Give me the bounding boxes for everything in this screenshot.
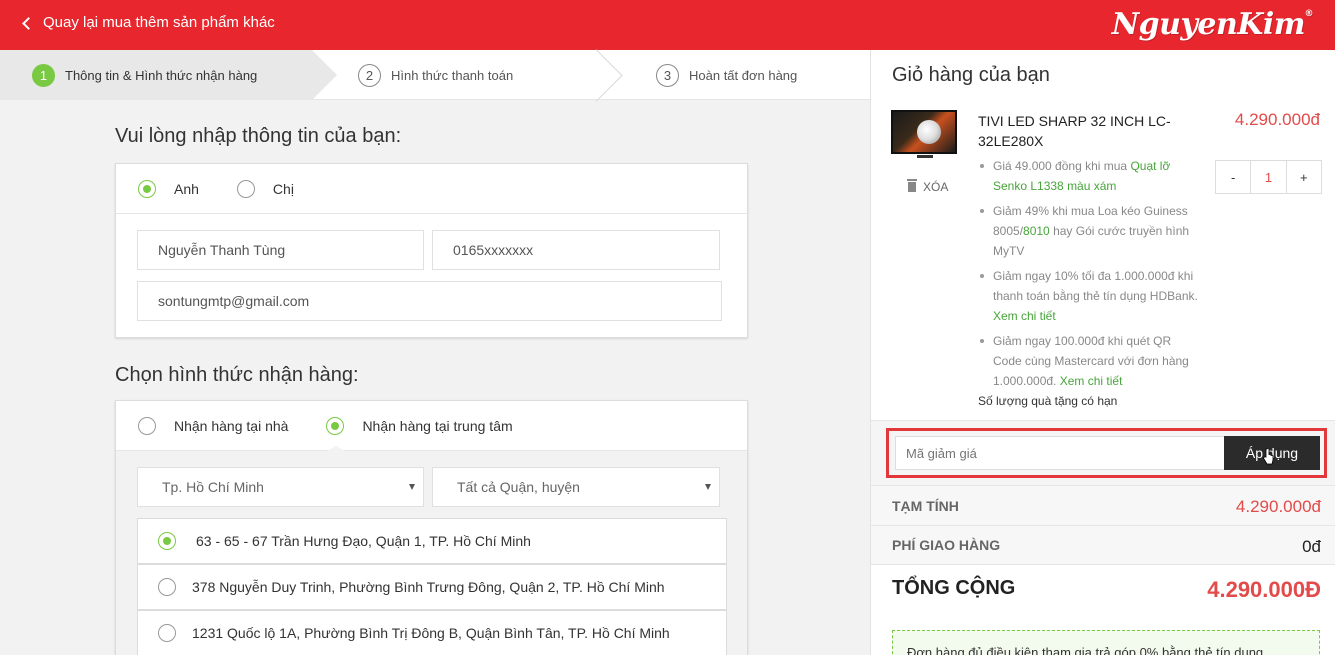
step-number: 1 xyxy=(32,63,55,87)
city-select[interactable]: Tp. Hồ Chí Minh xyxy=(137,467,424,507)
shipping-row: PHÍ GIAO HÀNG 0đ xyxy=(871,526,1335,565)
radio-button-selected[interactable] xyxy=(158,532,176,550)
info-section-title: Vui lòng nhập thông tin của bạn: xyxy=(115,125,402,147)
step-label: Thông tin & Hình thức nhận hàng xyxy=(65,67,258,83)
cart-title: Giỏ hàng của bạn xyxy=(892,64,1050,86)
caret-down-icon xyxy=(705,484,711,490)
list-item: Giảm 49% khi mua Loa kéo Guiness 8005/80… xyxy=(978,201,1203,261)
list-item: Giảm ngay 10% tối đa 1.000.000đ khi than… xyxy=(978,266,1203,326)
delivery-option-home[interactable]: Nhận hàng tại nhà xyxy=(138,416,288,435)
remove-item-button[interactable]: XÓA xyxy=(907,179,948,194)
subtotal-row: TẠM TÍNH 4.290.000đ xyxy=(871,486,1335,526)
district-select[interactable]: Tất cả Quận, huyện xyxy=(432,467,720,507)
store-address-option[interactable]: 378 Nguyễn Duy Trinh, Phường Bình Trưng … xyxy=(137,564,727,610)
radio-button-selected[interactable] xyxy=(138,179,156,198)
gender-selector: Anh Chị xyxy=(116,164,747,214)
subtotal-value: 4.290.000đ xyxy=(1235,497,1321,516)
radio-button[interactable] xyxy=(158,624,176,642)
email-input[interactable] xyxy=(137,281,722,321)
quantity-stepper: - 1 + xyxy=(1215,160,1322,194)
product-thumbnail[interactable] xyxy=(891,110,957,158)
back-to-shopping-link[interactable]: Quay lại mua thêm sản phẩm khác xyxy=(22,14,275,31)
step-complete[interactable]: 3 Hoàn tất đơn hàng xyxy=(656,50,797,100)
product-price: 4.290.000đ xyxy=(1234,110,1320,129)
trash-icon xyxy=(907,179,917,192)
total-value: 4.290.000Đ xyxy=(1207,577,1321,602)
list-item: Giá 49.000 đồng khi mua Quạt lỡ Senko L1… xyxy=(978,156,1203,196)
soccer-ball-image xyxy=(917,120,941,144)
name-input[interactable] xyxy=(137,230,424,270)
shipping-value: 0đ xyxy=(1302,537,1321,556)
promo-link[interactable]: Xem chi tiết xyxy=(1060,374,1123,388)
cart-panel: Giỏ hàng của bạn XÓA TIVI LED SHARP 32 I… xyxy=(870,50,1335,655)
step-separator xyxy=(600,50,620,100)
hand-cursor-icon xyxy=(1263,448,1274,465)
store-address-option[interactable]: 1231 Quốc lộ 1A, Phường Bình Trị Đông B,… xyxy=(137,610,727,655)
radio-button-selected[interactable] xyxy=(326,416,345,435)
promo-link[interactable]: Xem chi tiết xyxy=(993,309,1056,323)
increase-quantity-button[interactable]: + xyxy=(1287,161,1321,193)
gift-limit-note: Số lượng quà tặng có hạn xyxy=(978,394,1118,408)
chevron-left-icon xyxy=(22,16,35,30)
delivery-option-store[interactable]: Nhận hàng tại trung tâm xyxy=(326,416,513,435)
delivery-section-title: Chọn hình thức nhận hàng: xyxy=(115,364,359,386)
back-label: Quay lại mua thêm sản phẩm khác xyxy=(43,14,275,31)
radio-button[interactable] xyxy=(236,179,255,198)
product-name[interactable]: TIVI LED SHARP 32 INCH LC-32LE280X xyxy=(978,111,1193,151)
caret-down-icon xyxy=(409,484,415,490)
total-row: TỔNG CỘNG 4.290.000Đ xyxy=(871,565,1335,615)
step-info-delivery[interactable]: 1 Thông tin & Hình thức nhận hàng xyxy=(0,50,337,100)
phone-input[interactable] xyxy=(432,230,720,270)
delivery-method-selector: Nhận hàng tại nhà Nhận hàng tại trung tâ… xyxy=(116,401,747,451)
quantity-value[interactable]: 1 xyxy=(1250,161,1287,193)
decrease-quantity-button[interactable]: - xyxy=(1216,161,1250,193)
step-payment[interactable]: 2 Hình thức thanh toán xyxy=(358,50,513,100)
coupon-code-input[interactable] xyxy=(895,436,1225,470)
promotion-list: Giá 49.000 đồng khi mua Quạt lỡ Senko L1… xyxy=(978,156,1203,396)
promo-link[interactable]: 8010 xyxy=(1023,224,1050,238)
checkout-steps: 1 Thông tin & Hình thức nhận hàng 2 Hình… xyxy=(0,50,870,100)
gender-option-chi[interactable]: Chị xyxy=(236,179,294,198)
gender-option-anh[interactable]: Anh xyxy=(138,179,199,198)
radio-button[interactable] xyxy=(138,416,156,435)
radio-button[interactable] xyxy=(158,578,176,596)
top-bar: Quay lại mua thêm sản phẩm khác NguyenKi… xyxy=(0,0,1335,50)
step-label: Hoàn tất đơn hàng xyxy=(689,67,798,83)
step-number: 2 xyxy=(358,63,381,87)
step-number: 3 xyxy=(656,63,679,87)
installment-note: Đơn hàng đủ điều kiện tham gia trả góp 0… xyxy=(892,630,1320,655)
store-address-option[interactable]: 63 - 65 - 67 Trần Hưng Đạo, Quận 1, TP. … xyxy=(137,518,727,564)
list-item: Giảm ngay 100.000đ khi quét QR Code cùng… xyxy=(978,331,1203,391)
step-label: Hình thức thanh toán xyxy=(391,67,514,83)
nguyenkim-logo[interactable]: NguyenKim ® xyxy=(1112,7,1314,42)
